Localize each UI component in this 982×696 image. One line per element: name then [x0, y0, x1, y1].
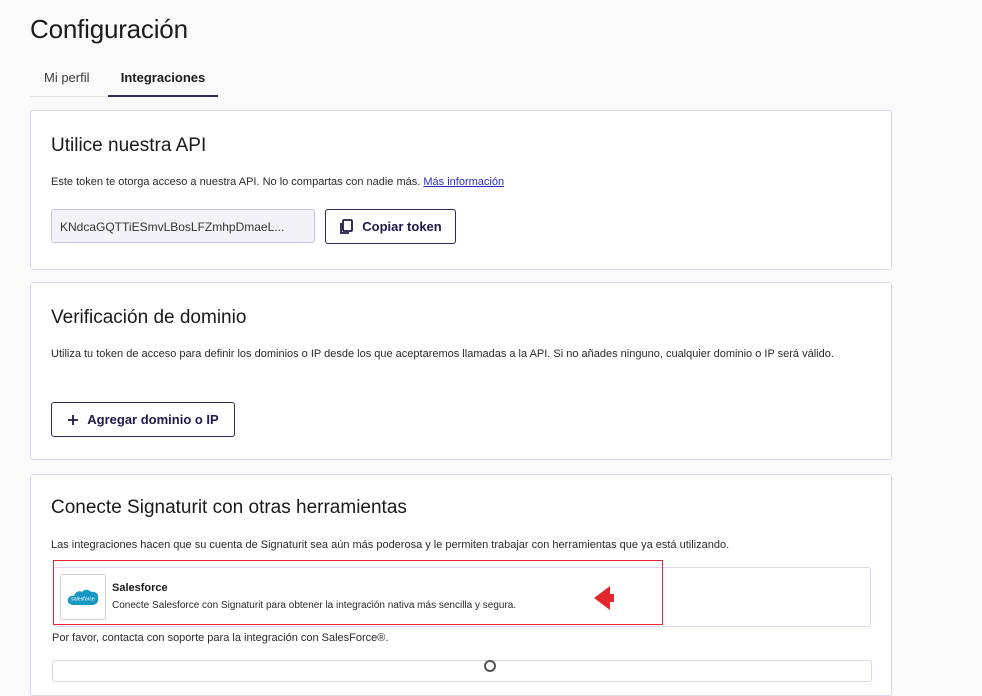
salesforce-cloud-icon: salesforce [67, 589, 99, 605]
domain-card: Verificación de dominio Utiliza tu token… [30, 282, 892, 460]
copy-token-label: Copiar token [362, 219, 442, 234]
api-card-title: Utilice nuestra API [51, 135, 207, 156]
add-domain-label: Agregar dominio o IP [87, 412, 219, 427]
copy-icon [339, 218, 354, 235]
tab-bar: Mi perfil Integraciones [30, 64, 218, 97]
salesforce-logo: salesforce [60, 574, 106, 620]
tab-mi-perfil[interactable]: Mi perfil [44, 70, 90, 96]
integrations-card-description: Las integraciones hacen que su cuenta de… [51, 539, 730, 551]
api-token-field[interactable]: KNdcaGQTTiESmvLBosLFZmhpDmaeL... [51, 209, 315, 243]
page-title: Configuración [30, 14, 188, 44]
api-card: Utilice nuestra API Este token te otorga… [30, 110, 892, 270]
api-card-description: Este token te otorga acceso a nuestra AP… [51, 173, 504, 191]
loading-spinner-icon [484, 660, 496, 672]
salesforce-description: Conecte Salesforce con Signaturit para o… [112, 600, 517, 611]
salesforce-name: Salesforce [112, 582, 168, 594]
integrations-card-title: Conecte Signaturit con otras herramienta… [51, 497, 407, 518]
annotation-arrow-icon [594, 586, 614, 610]
domain-card-title: Verificación de dominio [51, 307, 247, 328]
domain-card-description: Utiliza tu token de acceso para definir … [51, 348, 834, 360]
salesforce-integration-item[interactable]: salesforce Salesforce Conecte Salesforce… [53, 567, 871, 627]
plus-icon [67, 414, 79, 426]
salesforce-support-note: Por favor, contacta con soporte para la … [52, 632, 389, 644]
api-description-text: Este token te otorga acceso a nuestra AP… [51, 176, 421, 188]
add-domain-button[interactable]: Agregar dominio o IP [51, 402, 235, 437]
copy-token-button[interactable]: Copiar token [325, 209, 456, 244]
more-info-link[interactable]: Más información [423, 176, 504, 188]
salesforce-logo-text: salesforce [71, 597, 95, 603]
next-integration-item[interactable] [52, 660, 872, 682]
tab-integraciones[interactable]: Integraciones [108, 70, 218, 97]
